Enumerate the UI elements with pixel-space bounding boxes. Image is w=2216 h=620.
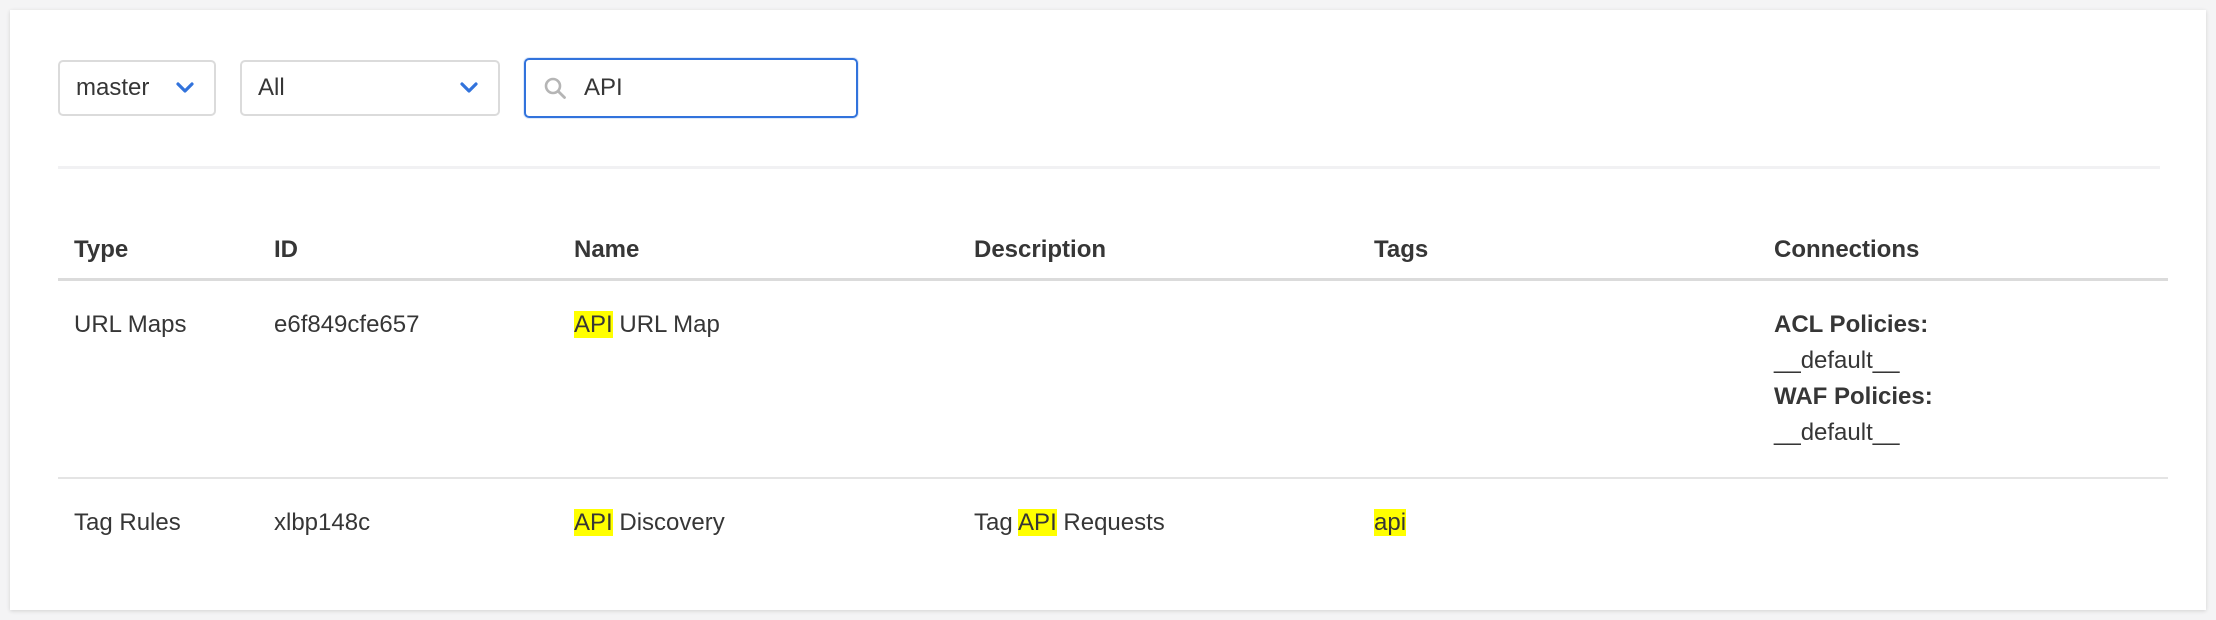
table-header-row: Type ID Name Description Tags Connection… [58,222,2168,281]
cell-tags: api [1358,478,1758,567]
search-icon [542,75,568,101]
connection-link[interactable]: __default__ [1774,343,2152,379]
cell-tags [1358,279,1758,479]
search-box[interactable] [524,58,858,118]
connection-label: WAF Policies: [1774,383,1933,410]
search-input[interactable] [582,73,836,103]
type-filter-select[interactable]: All [240,60,500,116]
header-description[interactable]: Description [958,222,1358,281]
header-connections[interactable]: Connections [1758,222,2168,281]
tag-highlight[interactable]: api [1374,509,1407,536]
description-text: Requests [1056,509,1165,536]
cell-description: Tag API Requests [958,478,1358,567]
table-row[interactable]: Tag Rules xlbp148c API Discovery Tag API… [58,478,2168,567]
type-filter-value: All [258,74,285,101]
header-tags[interactable]: Tags [1358,222,1758,281]
cell-id: e6f849cfe657 [258,279,558,479]
search-highlight: API [574,311,613,338]
name-text: Discovery [612,509,725,536]
name-text: URL Map [612,311,720,338]
header-type[interactable]: Type [58,222,258,281]
connection-label: ACL Policies: [1774,311,1929,338]
table-row[interactable]: URL Maps e6f849cfe657 API URL Map ACL Po… [58,279,2168,479]
search-highlight: API [574,509,613,536]
cell-id: xlbp148c [274,509,371,536]
description-text: Tag [974,509,1019,536]
header-id[interactable]: ID [258,222,558,281]
chevron-down-icon [460,79,478,97]
cell-description [958,279,1358,479]
header-name[interactable]: Name [558,222,958,281]
cell-connections: ACL Policies: __default__ WAF Policies: … [1758,279,2168,479]
cell-type: Tag Rules [74,509,181,536]
cell-connections [1758,478,2168,567]
main-card: master All Type ID Name Description [10,10,2206,610]
cell-name[interactable]: API Discovery [558,478,958,567]
chevron-down-icon [176,79,194,97]
filter-toolbar: master All [58,58,858,118]
branch-select[interactable]: master [58,60,216,116]
results-table: Type ID Name Description Tags Connection… [58,222,2168,567]
toolbar-divider [58,166,2160,169]
branch-select-value: master [76,74,150,101]
connection-link[interactable]: __default__ [1774,415,2152,451]
cell-name[interactable]: API URL Map [558,279,958,479]
search-highlight: API [1018,509,1057,536]
cell-type: URL Maps [58,279,258,479]
